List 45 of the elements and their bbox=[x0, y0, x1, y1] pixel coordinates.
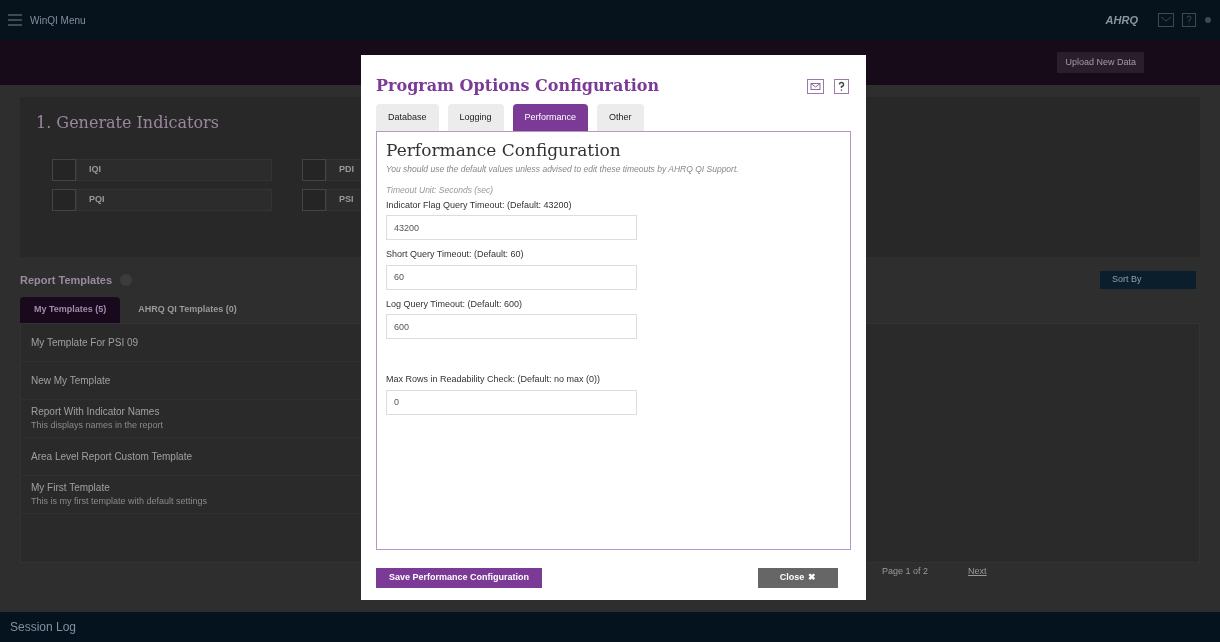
logo-text: AHRQ bbox=[1105, 12, 1138, 28]
template-description: This is my first template with default settings bbox=[31, 494, 208, 508]
checkbox[interactable] bbox=[302, 159, 326, 181]
advice-note: You should use the default values unless advised to edit these timeouts by AHRQ QI Support. bbox=[386, 163, 740, 176]
module-option[interactable]: IQI bbox=[76, 159, 272, 181]
session-log-title: Session Log bbox=[10, 619, 77, 636]
checkbox[interactable] bbox=[52, 189, 76, 211]
checkbox[interactable] bbox=[302, 189, 326, 211]
sort-dropdown[interactable]: Sort By bbox=[1100, 271, 1196, 289]
close-button[interactable]: Close ✖ bbox=[758, 568, 838, 588]
menu-icon[interactable] bbox=[8, 14, 22, 26]
section-title: Report Templates bbox=[20, 272, 113, 288]
template-description: This displays names in the report bbox=[31, 418, 164, 432]
field-label: Log Query Timeout: (Default: 600) bbox=[386, 297, 523, 311]
dialog-tab[interactable]: Logging bbox=[447, 104, 504, 131]
upload-button[interactable]: Upload New Data bbox=[1057, 51, 1144, 74]
template-name[interactable]: Area Level Report Custom Template bbox=[31, 448, 192, 464]
field-label: Short Query Timeout: (Default: 60) bbox=[386, 248, 524, 262]
module-option[interactable]: PQI bbox=[76, 189, 272, 211]
page-indicator: Page 1 of 2 bbox=[882, 564, 929, 578]
unit-note: Timeout Unit: Seconds (sec) bbox=[386, 184, 495, 197]
section-heading: Performance Configuration bbox=[386, 140, 622, 162]
save-button[interactable]: Save Performance Configuration bbox=[376, 568, 542, 588]
input-field[interactable]: 43200 bbox=[386, 215, 637, 241]
dialog-tab[interactable]: Other bbox=[597, 104, 644, 131]
input-field[interactable]: 0 bbox=[386, 389, 637, 415]
template-name[interactable]: My Template For PSI 09 bbox=[31, 334, 139, 350]
dialog-tab[interactable]: Performance bbox=[512, 104, 589, 131]
section-title: 1. Generate Indicators bbox=[36, 112, 219, 134]
menu-label[interactable]: WinQI Menu bbox=[30, 12, 86, 28]
checkbox[interactable] bbox=[52, 159, 76, 181]
input-field[interactable]: 60 bbox=[386, 264, 637, 290]
template-name[interactable]: Report With Indicator Names bbox=[31, 403, 160, 419]
mail-icon[interactable] bbox=[1158, 13, 1174, 27]
dialog-tab[interactable]: Database bbox=[376, 104, 439, 131]
template-name[interactable]: My First Template bbox=[31, 479, 110, 495]
tab[interactable]: AHRQ QI Templates (0) bbox=[124, 296, 251, 323]
template-name[interactable]: New My Template bbox=[31, 372, 111, 388]
tab[interactable]: My Templates (5) bbox=[20, 296, 121, 323]
dialog-title: Program Options Configuration bbox=[376, 75, 660, 97]
input-field[interactable]: 600 bbox=[386, 314, 637, 340]
field-label: Indicator Flag Query Timeout: (Default: 43200) bbox=[386, 198, 572, 212]
next-link[interactable]: Next bbox=[968, 564, 987, 578]
mail-icon[interactable] bbox=[807, 78, 824, 94]
field-label: Max Rows in Readability Check: (Default: no max (0)) bbox=[386, 373, 601, 387]
